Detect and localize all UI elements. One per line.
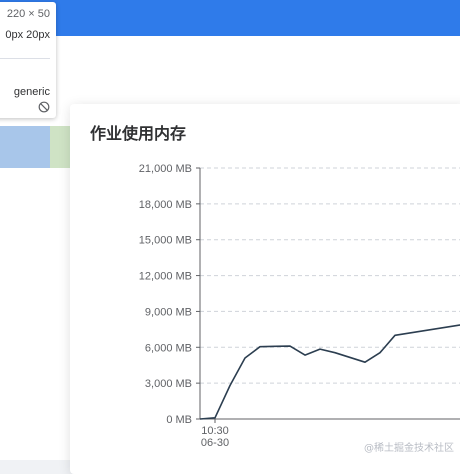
series-line bbox=[199, 324, 460, 420]
timeline-bar-green bbox=[50, 126, 70, 168]
element-dimensions: 220 × 50 bbox=[6, 8, 50, 20]
y-tick-label: 0 MB bbox=[166, 414, 192, 426]
watermark: @稀土掘金技术社区 bbox=[364, 443, 454, 454]
top-header-bar bbox=[0, 0, 460, 36]
x-tick-label: 10:30 bbox=[201, 425, 229, 437]
element-padding: 0px 20px bbox=[5, 29, 50, 41]
font-family-value: generic bbox=[13, 86, 50, 98]
timeline-bar-blue bbox=[0, 126, 50, 168]
y-tick-label: 21,000 MB bbox=[139, 163, 192, 175]
tooltip-divider bbox=[0, 58, 50, 59]
y-tick-label: 18,000 MB bbox=[139, 199, 192, 211]
devtools-inspect-tooltip: 220 × 50 0px 20px generic bbox=[0, 2, 56, 118]
x-tick-label: 06-30 bbox=[201, 437, 229, 449]
y-tick-label: 6,000 MB bbox=[145, 342, 192, 354]
no-entry-icon bbox=[38, 101, 50, 113]
memory-line-chart: 0 MB 3,000 MB 6,000 MB 9,000 MB 12,000 MB 15,… bbox=[139, 163, 460, 449]
y-tick-label: 3,000 MB bbox=[145, 378, 192, 390]
y-tick-label: 15,000 MB bbox=[139, 235, 192, 247]
y-tick-label: 12,000 MB bbox=[139, 271, 192, 283]
memory-usage-card: 作业使用内存 0 MB 3,000 MB 6,000 MB 9,000 MB 12,00… bbox=[70, 104, 460, 474]
y-tick-label: 9,000 MB bbox=[145, 306, 192, 318]
